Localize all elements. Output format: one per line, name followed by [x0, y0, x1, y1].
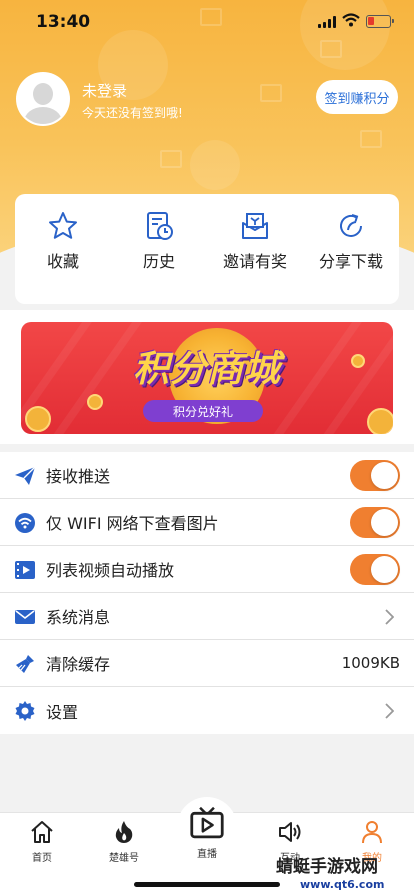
tab-label: 楚雄号 [109, 853, 139, 864]
push-toggle[interactable] [350, 460, 400, 491]
video-icon [15, 561, 35, 579]
setting-label: 接收推送 [46, 467, 111, 486]
send-icon [15, 466, 36, 485]
setting-settings[interactable]: 设置 [0, 687, 414, 734]
wifi-images-toggle[interactable] [350, 507, 400, 538]
status-bar: 13:40 [0, 0, 414, 44]
setting-clear-cache[interactable]: 清除缓存 1009KB [0, 640, 414, 687]
flame-icon [115, 821, 133, 843]
tab-label: 直播 [197, 849, 217, 860]
quick-action-share[interactable]: 分享下载 [303, 194, 399, 304]
share-icon [340, 214, 362, 237]
speaker-icon [279, 822, 301, 842]
chevron-right-icon [385, 609, 394, 625]
video-autoplay-toggle[interactable] [350, 554, 400, 585]
quick-action-label: 邀请有奖 [222, 252, 287, 271]
tab-home[interactable]: 首页 [12, 819, 72, 864]
sign-in-hint: 今天还没有签到哦! [82, 106, 183, 120]
avatar[interactable] [16, 72, 70, 126]
status-time: 13:40 [36, 12, 91, 32]
banner-section: 积分商城 积分兑好礼 [0, 310, 414, 444]
banner-subtitle: 积分兑好礼 [143, 400, 263, 422]
setting-label: 系统消息 [46, 608, 111, 627]
coin-icon [367, 408, 393, 434]
cache-size: 1009KB [341, 654, 400, 672]
setting-label: 清除缓存 [46, 655, 111, 674]
quick-action-label: 收藏 [46, 252, 79, 271]
quick-action-label: 分享下载 [318, 252, 383, 271]
setting-system-messages[interactable]: 系统消息 [0, 593, 414, 640]
quick-action-history[interactable]: 历史 [111, 194, 207, 304]
home-indicator[interactable] [134, 882, 280, 887]
quick-actions-card: 收藏 历史 邀请有奖 分享下载 [15, 194, 399, 304]
chevron-right-icon [385, 703, 394, 719]
wifi-icon [15, 513, 35, 533]
coin-icon [351, 354, 365, 368]
mail-icon [15, 610, 35, 624]
quick-action-invite[interactable]: 邀请有奖 [207, 194, 303, 304]
gear-icon [15, 701, 35, 721]
banner-title: 积分商城 [132, 349, 281, 390]
user-name[interactable]: 未登录 [82, 80, 127, 101]
sign-in-button[interactable]: 签到赚积分 [316, 80, 398, 114]
coin-icon [25, 406, 51, 432]
setting-label: 列表视频自动播放 [46, 561, 175, 580]
battery-icon [366, 15, 394, 28]
star-icon [49, 212, 77, 239]
wifi-status-icon [342, 13, 360, 27]
broom-icon [16, 655, 34, 673]
setting-label: 设置 [46, 702, 79, 722]
user-icon [362, 821, 382, 844]
setting-wifi-images: 仅 WIFI 网络下查看图片 [0, 499, 414, 546]
tab-chuxiong[interactable]: 楚雄号 [94, 819, 154, 864]
setting-label: 仅 WIFI 网络下查看图片 [46, 514, 219, 533]
invite-icon [242, 213, 268, 239]
points-mall-banner[interactable]: 积分商城 积分兑好礼 [21, 322, 393, 434]
setting-video-autoplay: 列表视频自动播放 [0, 546, 414, 593]
cellular-signal-icon [318, 16, 338, 28]
tab-live[interactable]: 直播 [177, 805, 237, 860]
quick-action-favorites[interactable]: 收藏 [15, 194, 111, 304]
home-icon [31, 821, 53, 843]
history-icon [147, 212, 173, 240]
watermark-url: www.qt6.com [300, 878, 385, 891]
settings-list: 接收推送 仅 WIFI 网络下查看图片 列表视频自动播放 系统消息 清除缓存 1… [0, 452, 414, 734]
quick-action-label: 历史 [142, 252, 175, 271]
watermark-text: 蜻蜓手游戏网 [276, 857, 378, 877]
coin-icon [87, 394, 103, 410]
live-tv-icon [190, 806, 224, 839]
setting-push: 接收推送 [0, 452, 414, 499]
tab-label: 首页 [32, 853, 52, 864]
